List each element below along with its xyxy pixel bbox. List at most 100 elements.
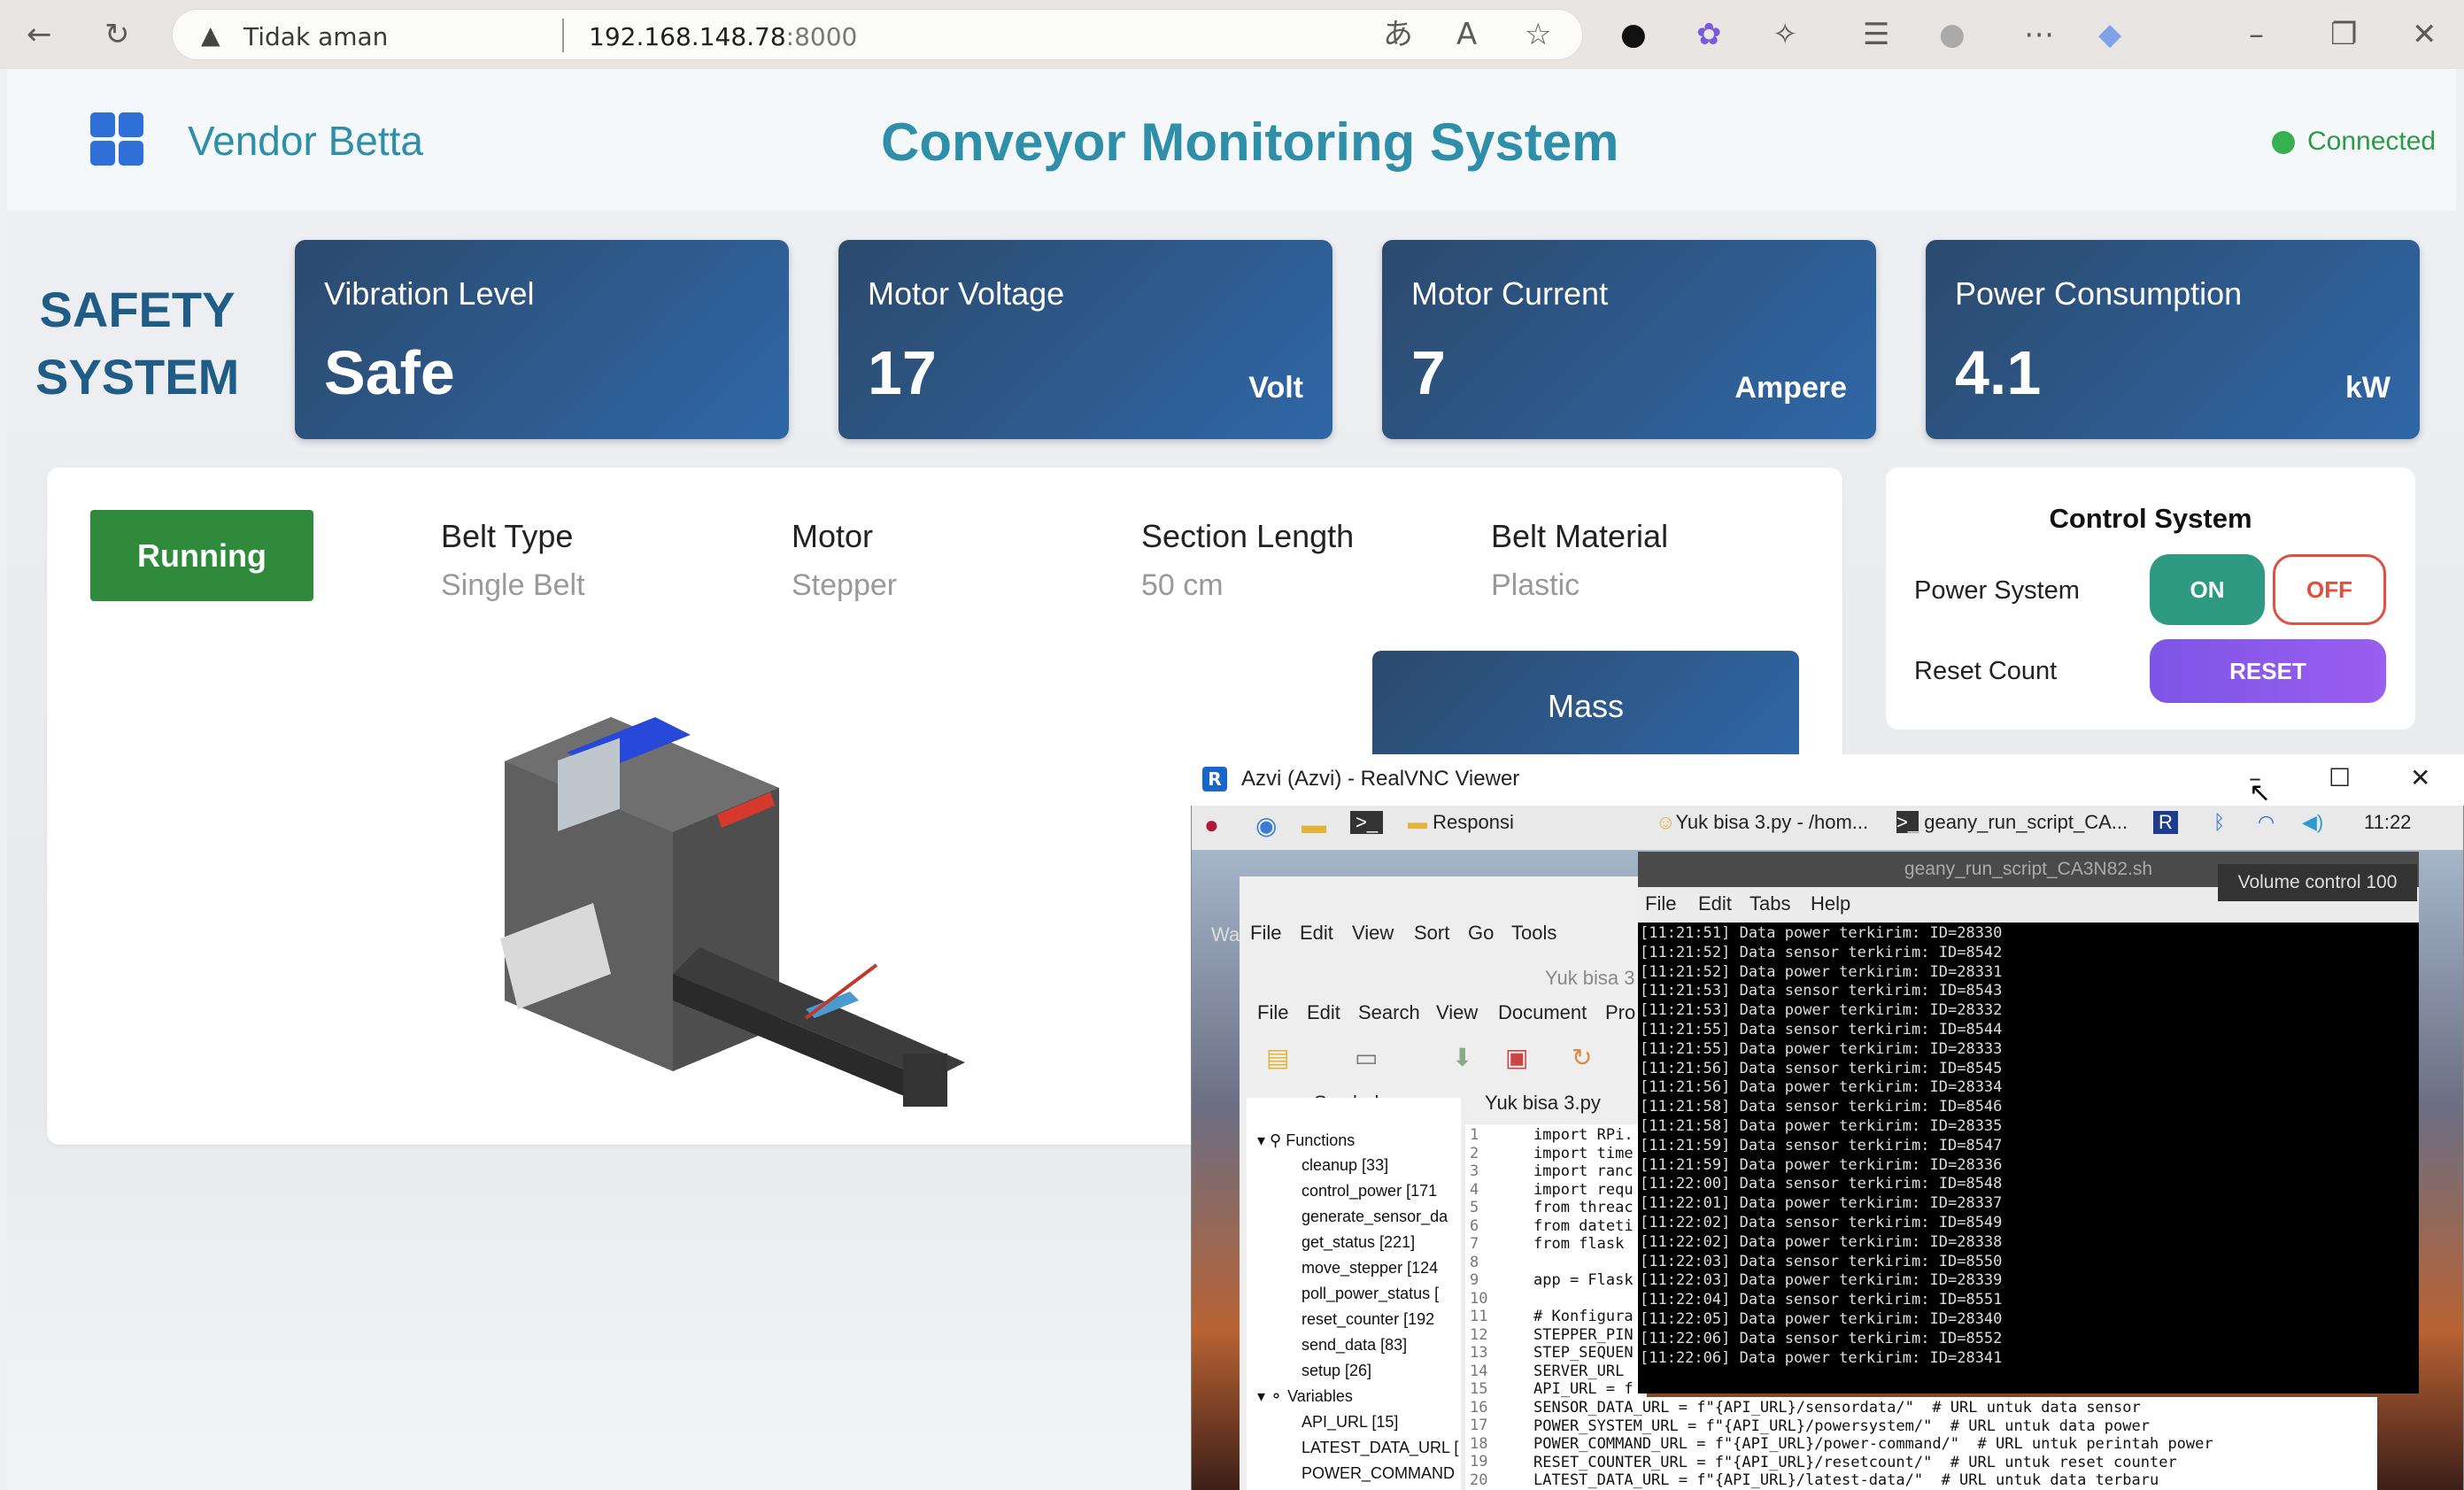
safety-system-heading: SAFETY SYSTEM [35,282,240,405]
restore-icon[interactable]: ❐ [2330,19,2357,50]
spec-label: Motor [792,518,874,554]
spec-label: Belt Material [1491,518,1669,554]
mass-label: Mass [1547,688,1624,724]
vnc-close-icon[interactable]: ✕ [2410,763,2430,792]
term-menu-file[interactable]: File [1645,892,1676,915]
volume-icon[interactable]: ◀) [2302,811,2323,834]
functions-node[interactable]: ▾ ⚲ Functions [1257,1131,1355,1150]
card-unit: Volt [1248,371,1303,405]
voltage-card: Motor Voltage 17 Volt [838,240,1332,439]
reload-icon[interactable]: ↻ [104,19,130,50]
close-icon[interactable]: ✕ [2412,19,2437,50]
raspberry-menu-icon[interactable]: ● [1204,811,1219,839]
files-icon[interactable]: ▬ [1302,811,1326,839]
geany-menu-search[interactable]: Search [1358,1001,1420,1024]
address-bar[interactable]: ▲ Tidak aman 192.168.148.78:8000 [172,9,1583,60]
read-aloud-icon[interactable]: A [1456,19,1477,50]
extension-icon[interactable]: ● [1620,19,1647,50]
card-unit: Ampere [1734,371,1847,405]
variable-item[interactable]: API_URL [15] [1302,1413,1398,1432]
vibration-card: Vibration Level Safe [295,240,789,439]
running-status-button[interactable]: Running [90,510,313,601]
save-all-icon[interactable]: ▣ [1505,1043,1528,1072]
symbol-item[interactable]: poll_power_status [ [1302,1285,1439,1303]
card-value: 4.1 [1955,338,2042,407]
fm-menu-edit[interactable]: Edit [1300,922,1333,945]
variable-item[interactable]: POWER_COMMAND [1302,1464,1455,1483]
brand-name: Vendor Betta [188,118,423,164]
term-menu-edit[interactable]: Edit [1698,892,1732,915]
vnc-tray-icon[interactable]: R [2153,811,2178,834]
symbol-item[interactable]: cleanup [33] [1302,1156,1388,1175]
current-card: Motor Current 7 Ampere [1382,240,1876,439]
geany-menu-view[interactable]: View [1436,1001,1478,1024]
warning-icon: ▲ [201,20,220,50]
symbol-item[interactable]: generate_sensor_da [1302,1208,1448,1226]
revert-icon[interactable]: ↻ [1572,1043,1592,1072]
desktop-text: Wa [1211,923,1240,946]
taskbar-geany[interactable]: ☺Yuk bisa 3.py - /hom... [1656,811,1868,834]
volume-tooltip: Volume control 100 [2218,864,2417,901]
control-system-title: Control System [2049,503,2252,534]
code-text: import RPi. import time import ranc impo… [1533,1126,1634,1398]
fm-menu-tools[interactable]: Tools [1511,922,1556,945]
security-label: Tidak aman [243,22,389,51]
symbol-item[interactable]: reset_counter [192 [1302,1310,1434,1329]
address-divider [562,19,564,52]
geany-window-title: Yuk bisa 3 [1545,967,1635,989]
favorite-star-icon[interactable]: ☆ [1525,19,1551,50]
power-off-button[interactable]: OFF [2273,554,2386,625]
power-on-button[interactable]: ON [2150,554,2265,625]
card-value: 7 [1411,338,1446,407]
card-unit: kW [2345,371,2391,405]
bluetooth-icon[interactable]: ᛒ [2213,811,2225,834]
back-icon[interactable]: ← [27,19,52,50]
copilot-icon[interactable]: ◆ [2098,19,2121,50]
spec-label: Belt Type [441,518,574,554]
profile-icon[interactable]: ● [1939,19,1966,50]
geany-menu-edit[interactable]: Edit [1307,1001,1340,1024]
connection-status-dot [2272,131,2295,154]
variables-node[interactable]: ▾ ⚬ Variables [1257,1387,1353,1406]
term-menu-tabs[interactable]: Tabs [1750,892,1790,915]
copilot-extension-icon[interactable]: ✿ [1696,19,1722,50]
favorites-icon[interactable]: ☰ [1863,19,1889,50]
save-icon[interactable]: ⬇ [1452,1043,1472,1072]
term-menu-help[interactable]: Help [1811,892,1850,915]
card-value: 17 [868,338,937,407]
taskbar-folder[interactable]: ▬ Responsi [1408,811,1514,834]
extensions-icon[interactable]: ✧ [1773,19,1798,50]
reset-button[interactable]: RESET [2150,639,2386,703]
fm-menu-sort[interactable]: Sort [1414,922,1449,945]
variable-item[interactable]: LATEST_DATA_URL [ [1302,1439,1458,1457]
vnc-maximize-icon[interactable]: ☐ [2329,763,2351,792]
open-file-icon[interactable]: ▭ [1355,1043,1378,1072]
code-text-lower: SENSOR_DATA_URL = f"{API_URL}/sensordata… [1533,1399,2213,1489]
fm-menu-view[interactable]: View [1352,922,1394,945]
geany-menu-document[interactable]: Document [1498,1001,1587,1024]
fm-menu-file[interactable]: File [1250,922,1281,945]
terminal-output: [11:21:51] Data power terkirim: ID=28330… [1640,924,2003,1367]
symbol-item[interactable]: move_stepper [124 [1302,1259,1438,1278]
taskbar-terminal[interactable]: >_ geany_run_script_CA... [1896,811,2128,834]
terminal-icon[interactable]: >_ [1350,811,1384,834]
geany-menu-project[interactable]: Pro [1605,1001,1635,1024]
geany-menu-file[interactable]: File [1257,1001,1288,1024]
symbol-item[interactable]: setup [26] [1302,1362,1371,1380]
url-text: 192.168.148.78:8000 [589,22,858,51]
line-numbers: 1 2 3 4 5 6 7 8 9 10 11 12 13 14 15 16 1… [1470,1126,1488,1489]
clock: 11:22 [2364,811,2412,833]
symbol-item[interactable]: get_status [221] [1302,1233,1415,1252]
browser-icon[interactable]: ◉ [1255,811,1277,840]
wifi-icon[interactable]: ◠ [2258,811,2275,834]
fm-menu-go[interactable]: Go [1468,922,1494,945]
minimize-icon[interactable]: – [2249,19,2264,50]
translate-icon[interactable]: あ [1383,19,1413,50]
connection-status: Connected [2307,127,2437,156]
file-tab[interactable]: Yuk bisa 3.py [1485,1092,1601,1115]
symbol-item[interactable]: send_data [83] [1302,1336,1407,1355]
symbol-item[interactable]: control_power [171 [1302,1182,1437,1200]
more-menu-icon[interactable]: ⋯ [2024,19,2054,50]
new-file-icon[interactable]: ▤ [1266,1043,1289,1072]
spec-value: Stepper [792,568,898,602]
